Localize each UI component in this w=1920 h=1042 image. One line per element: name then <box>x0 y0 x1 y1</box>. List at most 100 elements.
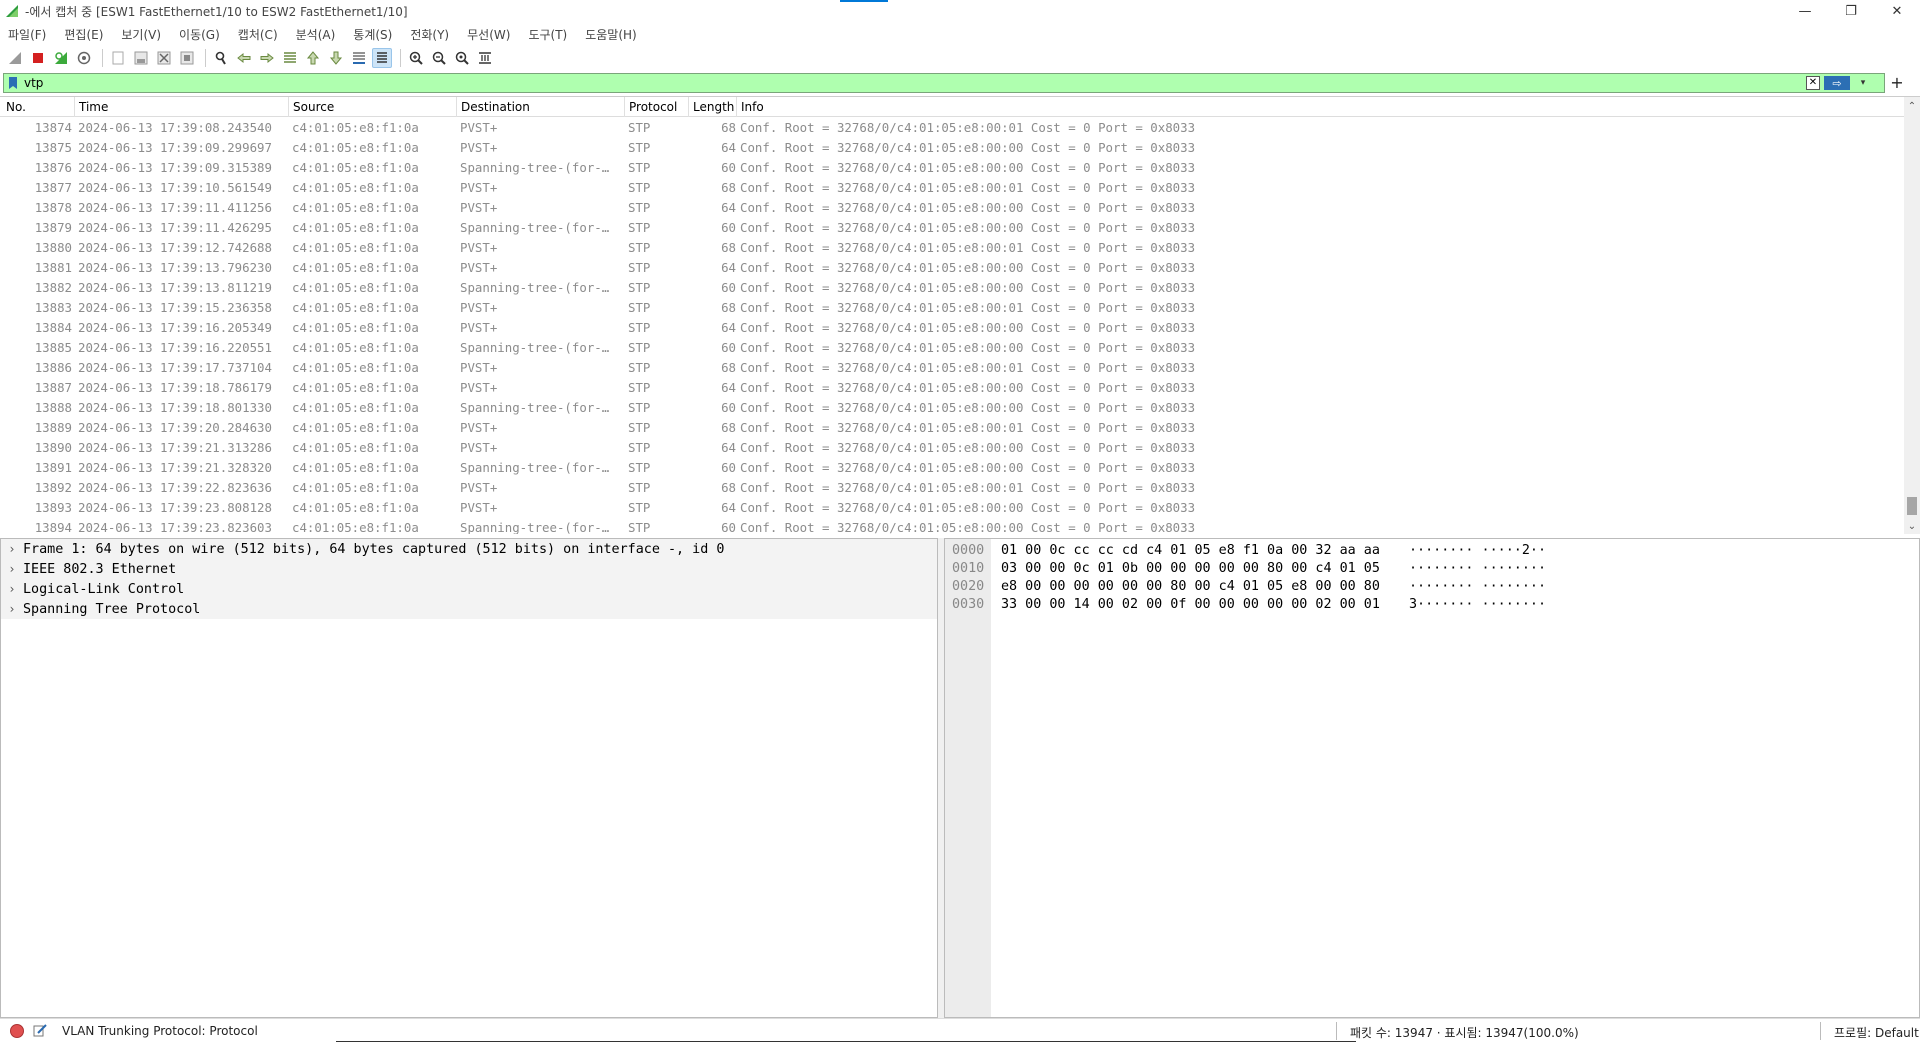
expand-arrow-icon[interactable]: › <box>1 542 23 556</box>
shark-fin-start-icon[interactable] <box>5 48 25 68</box>
table-row[interactable]: 13881 2024-06-13 17:39:13.796230 c4:01:05:… <box>0 257 1904 277</box>
menu-telephony[interactable]: 전화(Y) <box>410 26 449 43</box>
menu-go[interactable]: 이동(G) <box>179 26 220 43</box>
menu-help[interactable]: 도움말(H) <box>585 26 637 43</box>
table-row[interactable]: 13888 2024-06-13 17:39:18.801330 c4:01:05:… <box>0 397 1904 417</box>
menu-wireless[interactable]: 무선(W) <box>467 26 510 43</box>
table-row[interactable]: 13884 2024-06-13 17:39:16.205349 c4:01:05:… <box>0 317 1904 337</box>
menu-file[interactable]: 파일(F) <box>8 26 46 43</box>
table-row[interactable]: 13875 2024-06-13 17:39:09.299697 c4:01:05:… <box>0 137 1904 157</box>
column-header-length[interactable]: Length <box>693 100 734 114</box>
table-row[interactable]: 13885 2024-06-13 17:39:16.220551 c4:01:05:… <box>0 337 1904 357</box>
scroll-down-icon[interactable]: ⌄ <box>1904 519 1920 533</box>
maximize-button[interactable]: ❐ <box>1828 0 1874 22</box>
reload-file-icon[interactable] <box>177 48 197 68</box>
table-row[interactable]: 13891 2024-06-13 17:39:21.328320 c4:01:05:… <box>0 457 1904 477</box>
tree-item-stp[interactable]: › Spanning Tree Protocol <box>1 599 937 619</box>
table-row[interactable]: 13880 2024-06-13 17:39:12.742688 c4:01:05:… <box>0 237 1904 257</box>
table-row[interactable]: 13886 2024-06-13 17:39:17.737104 c4:01:05:… <box>0 357 1904 377</box>
autoscroll-icon[interactable] <box>349 48 369 68</box>
menu-analyze[interactable]: 분석(A) <box>296 26 336 43</box>
bookmark-icon[interactable] <box>6 75 20 91</box>
go-first-icon[interactable] <box>303 48 323 68</box>
zoom-reset-icon[interactable] <box>452 48 472 68</box>
profile-indicator[interactable]: 프로필: Default <box>1834 1024 1919 1041</box>
menu-tools[interactable]: 도구(T) <box>528 26 567 43</box>
bytes-hex[interactable]: 03 00 00 0c 01 0b 00 00 00 00 00 80 00 c… <box>1001 561 1380 576</box>
table-row[interactable]: 13874 2024-06-13 17:39:08.243540 c4:01:05:… <box>0 117 1904 137</box>
stop-capture-icon[interactable] <box>28 48 48 68</box>
table-row[interactable]: 13878 2024-06-13 17:39:11.411256 c4:01:05:… <box>0 197 1904 217</box>
table-row[interactable]: 13892 2024-06-13 17:39:22.823636 c4:01:05:… <box>0 477 1904 497</box>
go-back-icon[interactable] <box>234 48 254 68</box>
open-file-icon[interactable] <box>108 48 128 68</box>
bytes-hex[interactable]: 01 00 0c cc cc cd c4 01 05 e8 f1 0a 00 3… <box>1001 543 1380 558</box>
expand-arrow-icon[interactable]: › <box>1 562 23 576</box>
column-header-protocol[interactable]: Protocol <box>629 100 677 114</box>
column-header-info[interactable]: Info <box>741 100 764 114</box>
column-header-no[interactable]: No. <box>6 100 26 114</box>
go-forward-icon[interactable] <box>257 48 277 68</box>
column-divider[interactable] <box>688 97 689 117</box>
bytes-hex[interactable]: 33 00 00 14 00 02 00 0f 00 00 00 00 00 0… <box>1001 597 1380 612</box>
cell-info: Conf. Root = 32768/0/c4:01:05:e8:00:00 C… <box>740 460 1196 475</box>
column-divider[interactable] <box>456 97 457 117</box>
table-row[interactable]: 13889 2024-06-13 17:39:20.284630 c4:01:05:… <box>0 417 1904 437</box>
menu-view[interactable]: 보기(V) <box>121 26 161 43</box>
table-row[interactable]: 13887 2024-06-13 17:39:18.786179 c4:01:05:… <box>0 377 1904 397</box>
close-button[interactable]: ✕ <box>1874 0 1920 22</box>
zoom-out-icon[interactable] <box>429 48 449 68</box>
menu-capture[interactable]: 캡처(C) <box>238 26 278 43</box>
bytes-ascii[interactable]: ········ ········ <box>1409 579 1546 594</box>
bytes-ascii[interactable]: 3······· ········ <box>1409 597 1546 612</box>
column-divider[interactable] <box>74 97 75 117</box>
packet-list-scrollbar[interactable]: ⌃ ⌄ <box>1904 97 1920 534</box>
table-row[interactable]: 13882 2024-06-13 17:39:13.811219 c4:01:05:… <box>0 277 1904 297</box>
close-file-icon[interactable] <box>154 48 174 68</box>
table-row[interactable]: 13877 2024-06-13 17:39:10.561549 c4:01:05:… <box>0 177 1904 197</box>
table-row[interactable]: 13876 2024-06-13 17:39:09.315389 c4:01:05:… <box>0 157 1904 177</box>
capture-comment-icon[interactable] <box>32 1022 48 1038</box>
tree-item-llc[interactable]: › Logical-Link Control <box>1 579 937 599</box>
colorize-icon[interactable] <box>372 48 392 68</box>
expert-info-icon[interactable] <box>10 1024 24 1038</box>
capture-options-icon[interactable] <box>74 48 94 68</box>
table-row[interactable]: 13883 2024-06-13 17:39:15.236358 c4:01:05:… <box>0 297 1904 317</box>
table-row[interactable]: 13879 2024-06-13 17:39:11.426295 c4:01:05:… <box>0 217 1904 237</box>
tree-item-frame[interactable]: › Frame 1: 64 bytes on wire (512 bits), … <box>1 539 937 559</box>
column-header-time[interactable]: Time <box>79 100 108 114</box>
column-header-destination[interactable]: Destination <box>461 100 530 114</box>
cell-length: 60 <box>721 160 736 175</box>
tree-item-ethernet[interactable]: › IEEE 802.3 Ethernet <box>1 559 937 579</box>
column-divider[interactable] <box>288 97 289 117</box>
go-last-icon[interactable] <box>326 48 346 68</box>
bytes-ascii[interactable]: ········ ·····2·· <box>1409 543 1546 558</box>
zoom-in-icon[interactable] <box>406 48 426 68</box>
expand-arrow-icon[interactable]: › <box>1 582 23 596</box>
resize-columns-icon[interactable] <box>475 48 495 68</box>
bytes-ascii[interactable]: ········ ········ <box>1409 561 1546 576</box>
expand-arrow-icon[interactable]: › <box>1 602 23 616</box>
bytes-hex[interactable]: e8 00 00 00 00 00 00 80 00 c4 01 05 e8 0… <box>1001 579 1380 594</box>
menu-edit[interactable]: 편집(E) <box>64 26 103 43</box>
minimize-button[interactable]: — <box>1782 0 1828 22</box>
filter-history-dropdown-icon[interactable]: ▾ <box>1856 76 1870 90</box>
go-to-packet-icon[interactable] <box>280 48 300 68</box>
save-file-icon[interactable] <box>131 48 151 68</box>
apply-filter-button[interactable]: ⇨ <box>1824 76 1850 90</box>
add-filter-button-icon[interactable]: + <box>1890 72 1904 92</box>
table-row[interactable]: 13893 2024-06-13 17:39:23.808128 c4:01:05:… <box>0 497 1904 517</box>
column-divider[interactable] <box>736 97 737 117</box>
column-divider[interactable] <box>624 97 625 117</box>
scroll-up-icon[interactable]: ⌃ <box>1904 99 1920 113</box>
table-row[interactable]: 13890 2024-06-13 17:39:21.313286 c4:01:05:… <box>0 437 1904 457</box>
restart-capture-icon[interactable] <box>51 48 71 68</box>
tree-item-label: IEEE 802.3 Ethernet <box>23 561 177 577</box>
clear-filter-icon[interactable]: ✕ <box>1806 76 1820 90</box>
column-header-source[interactable]: Source <box>293 100 334 114</box>
table-row[interactable]: 13894 2024-06-13 17:39:23.823603 c4:01:05:… <box>0 517 1904 534</box>
scrollbar-thumb[interactable] <box>1907 497 1917 515</box>
menu-statistics[interactable]: 통계(S) <box>353 26 392 43</box>
display-filter-input[interactable] <box>24 74 1804 92</box>
find-packet-icon[interactable] <box>211 48 231 68</box>
